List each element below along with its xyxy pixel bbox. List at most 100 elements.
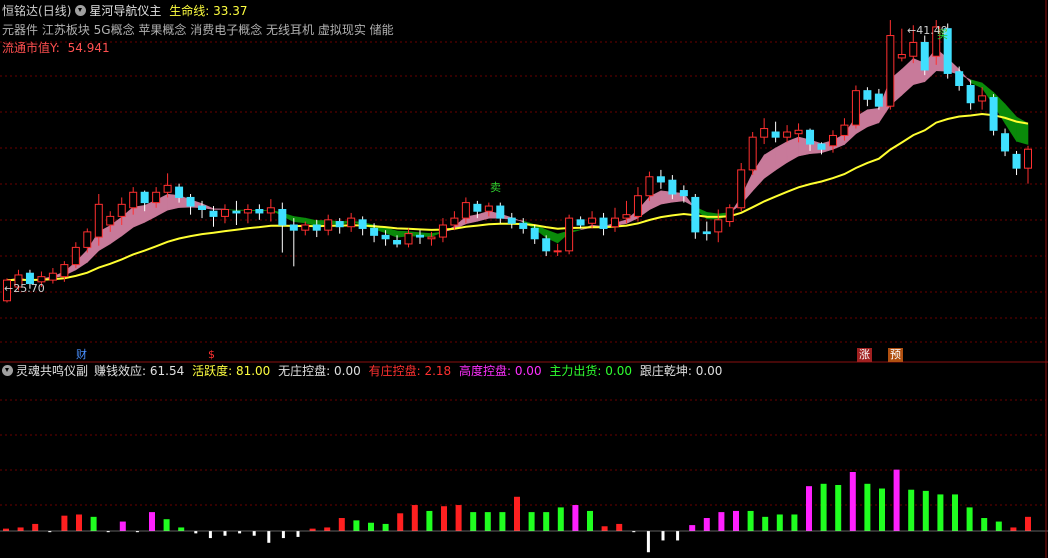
sub-bar [76,514,82,531]
sub-bar [397,513,404,531]
candle [737,163,746,212]
candle-body [771,131,780,138]
candle-body [668,179,677,195]
candle [255,204,264,220]
sub-bar [309,528,316,531]
chevron-down-icon[interactable] [2,365,13,376]
ribbon-segment [144,199,157,223]
indicator-name[interactable]: 星河导航仪主 [89,4,161,18]
sub-bar [338,518,345,531]
sub-bar [820,483,827,531]
candle [691,194,700,239]
candle [760,118,769,145]
candle [358,216,367,236]
ribbon-segment [775,141,788,171]
low-price-annotation: ←25.70 [4,282,45,295]
ribbon-segment [901,57,914,96]
candle [783,125,792,143]
candle-body [496,205,505,219]
candle-body [622,214,631,219]
sub-indicator-bars [3,469,1031,553]
badge-dollar[interactable]: $ [206,348,217,362]
candle-body [175,186,184,198]
candle-body [840,124,849,136]
candle-body [966,85,975,104]
candle-body [71,246,80,266]
sub-bar [908,489,915,531]
candle-body [863,90,872,100]
lifeline-value: 33.37 [213,4,248,18]
candle-body [530,227,539,240]
candle-body [335,221,344,228]
sub-bar [776,514,783,531]
candle-body [714,219,723,233]
sub-bar [441,506,447,531]
candle-body [702,231,711,235]
chevron-down-icon[interactable] [75,5,87,16]
ribbon-segment [293,216,306,224]
sub-bar [1010,527,1017,531]
candle [771,121,780,143]
sub-bar [587,510,593,531]
sub-item-dealer: 有庄控盘: 2.18 [368,364,452,378]
candle-body [186,196,195,207]
sub-bar [601,526,608,531]
candle-body [588,217,597,224]
sub-bar [324,527,331,531]
sub-bar [455,505,462,531]
candle-body [576,219,585,226]
candle-body [473,203,482,212]
sub-item-no-dealer: 无庄控盘: 0.00 [278,364,361,378]
candle [232,200,241,225]
sub-bar [252,531,256,536]
candle-body [438,224,447,238]
sub-bar [353,520,360,531]
sub-bar [426,510,433,531]
main-chart[interactable] [0,0,1048,558]
candle-body [507,217,516,224]
candle [1001,128,1010,157]
sub-bar [411,505,418,531]
candle [507,212,516,229]
ribbon-segment [867,108,880,128]
sub-bar [995,521,1002,531]
candle-body [255,209,264,214]
candle [163,173,172,198]
candle-body [232,210,241,214]
sub-bar [368,522,374,531]
sub-bar [281,531,285,539]
candle [496,202,505,224]
badge-yu[interactable]: 预 [888,348,903,362]
candle [656,169,665,189]
sub-header: 灵魂共鸣仪副 赚钱效应: 61.54 活跃度: 81.00 无庄控盘: 0.00 … [2,363,722,379]
sub-indicator-name[interactable]: 灵魂共鸣仪副 [16,364,88,378]
sub-bar [966,507,973,531]
candle-body [783,131,792,138]
candle-body [656,176,665,183]
candle-body [851,90,860,126]
ribbon-segment [477,210,490,222]
candle [48,268,57,284]
period-label[interactable]: (日线) [38,4,71,18]
candle-body [978,95,987,102]
candle-body [404,233,413,245]
sub-bar [484,512,491,531]
candle-body [484,205,493,212]
lifeline [6,112,1029,282]
sub-bar [238,531,242,534]
candle [553,243,562,256]
sub-bar [981,518,988,531]
sub-bar [718,512,725,531]
sub-bar [676,531,680,541]
candle-body [358,219,367,229]
sub-bar [849,472,856,531]
badge-cai[interactable]: 财 [74,348,89,362]
candle-body [828,134,837,147]
badge-zhang[interactable]: 涨 [857,348,872,362]
candle-body [347,217,356,228]
candle-body [278,209,287,226]
sub-bar [733,510,739,531]
candle [874,88,883,110]
candle [897,28,906,62]
stock-name[interactable]: 恒铭达 [2,4,38,18]
